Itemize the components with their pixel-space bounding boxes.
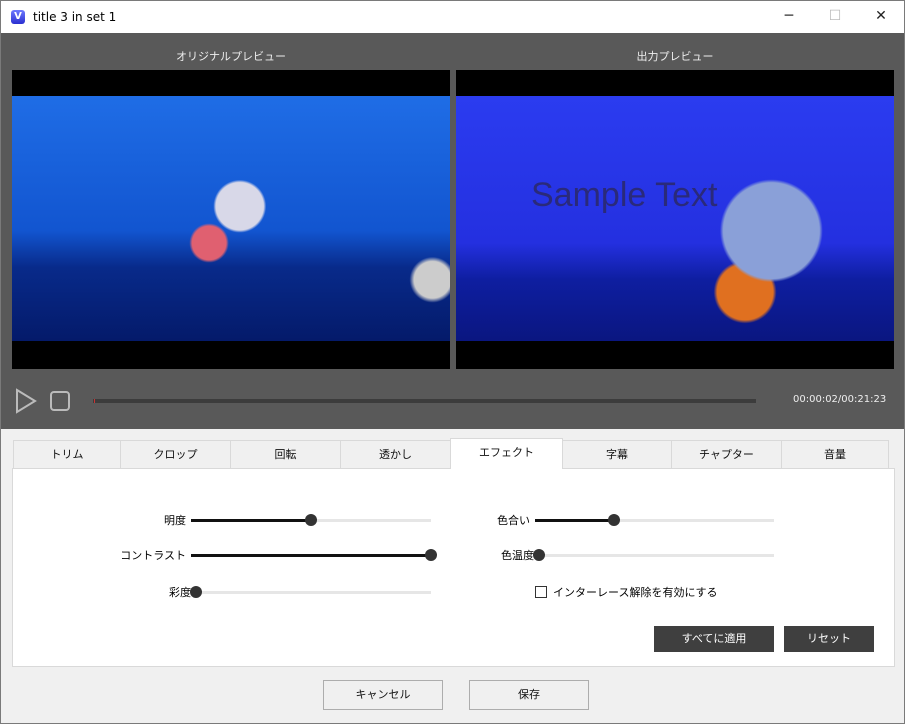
tab-0[interactable]: トリム [13, 440, 121, 469]
app-v-icon: V [11, 10, 25, 24]
seek-position [94, 399, 96, 403]
tab-7[interactable]: 音量 [781, 440, 889, 469]
hue-slider[interactable] [535, 514, 774, 526]
tab-4[interactable]: エフェクト [450, 438, 563, 469]
contrast-fill [191, 554, 431, 557]
close-button[interactable]: ✕ [858, 1, 904, 33]
cancel-button[interactable]: キャンセル [323, 680, 443, 710]
original-video-frame [12, 96, 450, 341]
temperature-label: 色温度 [501, 549, 534, 562]
temperature-thumb[interactable] [533, 549, 545, 561]
tab-5[interactable]: 字幕 [562, 440, 672, 469]
brightness-label: 明度 [164, 514, 186, 527]
tab-2[interactable]: 回転 [230, 440, 341, 469]
saturation-slider[interactable] [190, 586, 431, 598]
title-bar: V title 3 in set 1 ─ ☐ ✕ [1, 1, 904, 33]
checkbox-box[interactable] [535, 586, 547, 598]
save-button[interactable]: 保存 [469, 680, 589, 710]
hue-fill [535, 519, 614, 522]
temperature-slider[interactable] [533, 549, 774, 561]
brightness-slider[interactable] [191, 514, 431, 526]
seek-bar[interactable] [93, 399, 756, 403]
maximize-button[interactable]: ☐ [812, 1, 858, 33]
contrast-label: コントラスト [120, 549, 186, 562]
output-preview: Sample Text [456, 70, 894, 369]
apply-all-button[interactable]: すべてに適用 [654, 626, 774, 652]
contrast-slider[interactable] [191, 549, 437, 561]
time-display: 00:00:02/00:21:23 [793, 394, 887, 405]
preview-area: オリジナルプレビュー 出力プレビュー Sample Text 00:00:02/… [1, 33, 904, 429]
sample-text-overlay: Sample Text [531, 176, 718, 214]
saturation-thumb[interactable] [190, 586, 202, 598]
tab-3[interactable]: 透かし [340, 440, 451, 469]
play-icon[interactable] [15, 388, 37, 414]
brightness-fill [191, 519, 311, 522]
window-title: title 3 in set 1 [33, 10, 117, 24]
deinterlace-checkbox[interactable]: インターレース解除を有効にする [535, 584, 718, 600]
output-video-frame: Sample Text [456, 96, 894, 341]
original-preview-label: オリジナルプレビュー [176, 50, 286, 63]
brightness-thumb[interactable] [305, 514, 317, 526]
minimize-button[interactable]: ─ [766, 1, 812, 33]
hue-label: 色合い [497, 514, 530, 527]
original-preview [12, 70, 450, 369]
stop-icon[interactable] [49, 390, 71, 412]
hue-thumb[interactable] [607, 514, 620, 526]
editor-window: V title 3 in set 1 ─ ☐ ✕ オリジナルプレビュー 出力プレ… [0, 0, 905, 724]
saturation-label: 彩度 [169, 586, 191, 599]
tab-6[interactable]: チャプター [671, 440, 782, 469]
output-preview-label: 出力プレビュー [636, 50, 714, 63]
tab-1[interactable]: クロップ [120, 440, 231, 469]
reset-button[interactable]: リセット [784, 626, 874, 652]
deinterlace-label: インターレース解除を有効にする [553, 586, 718, 599]
